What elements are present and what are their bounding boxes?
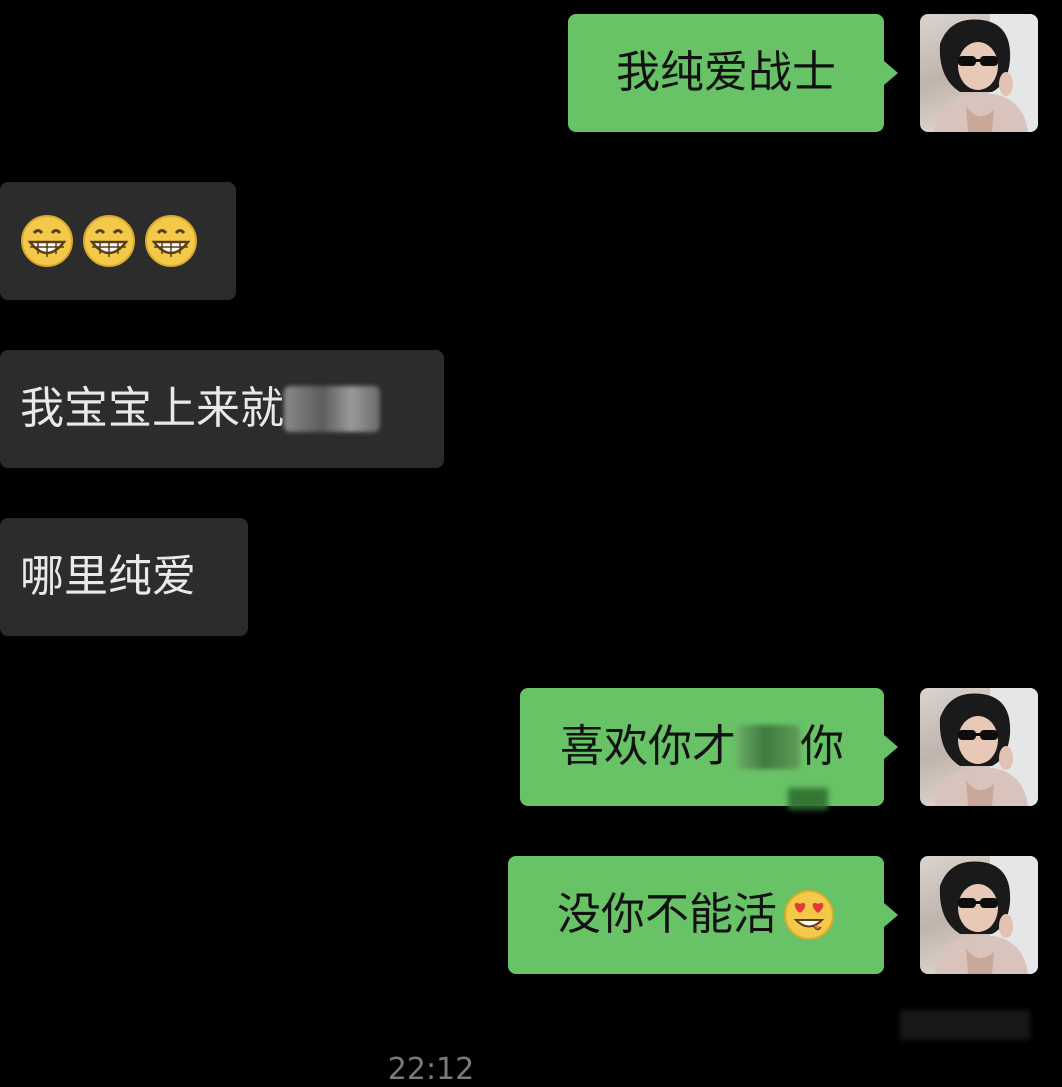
bubble-tail [884,735,898,759]
redacted-text [284,386,380,432]
redaction-smudge [788,788,828,810]
message-text: 你 [800,721,844,772]
grinning-face-icon [83,215,135,267]
watermark-smudge [900,1010,1030,1040]
message-bubble-outgoing[interactable]: 我纯爱战士 [568,14,884,132]
message-bubble-incoming[interactable]: 哪里纯爱 [0,518,248,636]
grinning-face-icon [145,215,197,267]
avatar[interactable] [920,14,1038,132]
bubble-tail [884,903,898,927]
message-timestamp: 22:12 [387,1052,475,1087]
message-row: 我纯爱战士 [0,14,1062,134]
message-bubble-outgoing[interactable]: 没你不能活 [508,856,884,974]
avatar-portrait-icon [934,856,1038,974]
message-text: 哪里纯爱 [20,551,196,602]
message-text: 没你不能活 [557,889,777,940]
message-text: 我纯爱战士 [616,47,836,98]
chat-view: 我纯爱战士 我宝宝上来就 哪里纯爱 喜欢你才 你 没你不能活 22:12 [0,0,1062,1087]
message-bubble-incoming[interactable]: 我宝宝上来就 [0,350,444,468]
message-bubble-incoming[interactable] [0,182,236,300]
message-text: 喜欢你才 [560,721,736,772]
avatar-portrait-icon [934,688,1038,806]
message-bubble-outgoing[interactable]: 喜欢你才 你 [520,688,884,806]
avatar-portrait-icon [934,14,1038,132]
redacted-text [736,725,800,769]
avatar[interactable] [920,856,1038,974]
message-row: 喜欢你才 你 [0,688,1062,810]
message-row: 我宝宝上来就 [0,350,1062,468]
message-text: 我宝宝上来就 [20,383,284,434]
message-row: 没你不能活 [0,856,1062,976]
message-row [0,182,1062,300]
bubble-tail [884,61,898,85]
heart-eyes-face-icon [784,890,834,940]
grinning-face-icon [21,215,73,267]
message-row: 哪里纯爱 [0,518,1062,636]
avatar[interactable] [920,688,1038,806]
